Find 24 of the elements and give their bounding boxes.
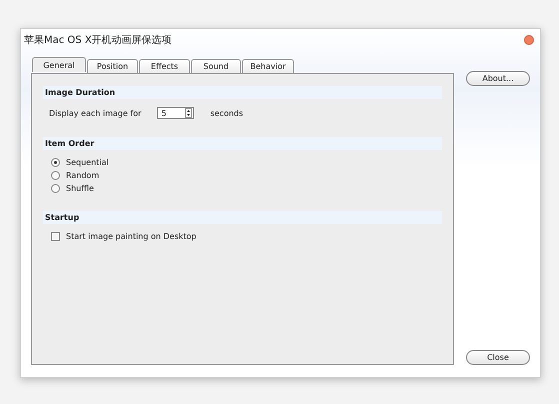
section-header: Startup xyxy=(43,211,442,224)
section-header: Image Duration xyxy=(43,86,442,99)
dialog-button[interactable]: Close xyxy=(466,350,530,365)
tab[interactable]: Sound xyxy=(191,59,241,74)
tab[interactable]: Position xyxy=(87,59,138,74)
tab[interactable]: Effects xyxy=(139,59,190,74)
radio-button[interactable] xyxy=(51,158,60,167)
field-label: Display each image for xyxy=(49,108,142,118)
checkbox-label: Start image painting on Desktop xyxy=(66,232,196,241)
section-header: Item Order xyxy=(43,137,442,150)
close-icon[interactable] xyxy=(524,35,534,45)
unit-label: seconds xyxy=(210,108,244,118)
radio-label: Sequential xyxy=(66,158,109,167)
spinner-arrows-icon[interactable] xyxy=(185,108,192,118)
window-title: 苹果Mac OS X开机动画屏保选项 xyxy=(24,34,172,47)
checkbox[interactable] xyxy=(51,232,60,241)
radio-label: Shuffle xyxy=(66,184,94,193)
radio-button[interactable] xyxy=(51,171,60,180)
dialog-button[interactable]: About... xyxy=(466,71,530,86)
tab[interactable]: Behavior xyxy=(242,59,294,74)
radio-button[interactable] xyxy=(51,184,60,193)
tab[interactable]: General xyxy=(32,57,86,72)
radio-label: Random xyxy=(66,171,100,180)
number-spinner[interactable]: 5 xyxy=(157,107,194,119)
